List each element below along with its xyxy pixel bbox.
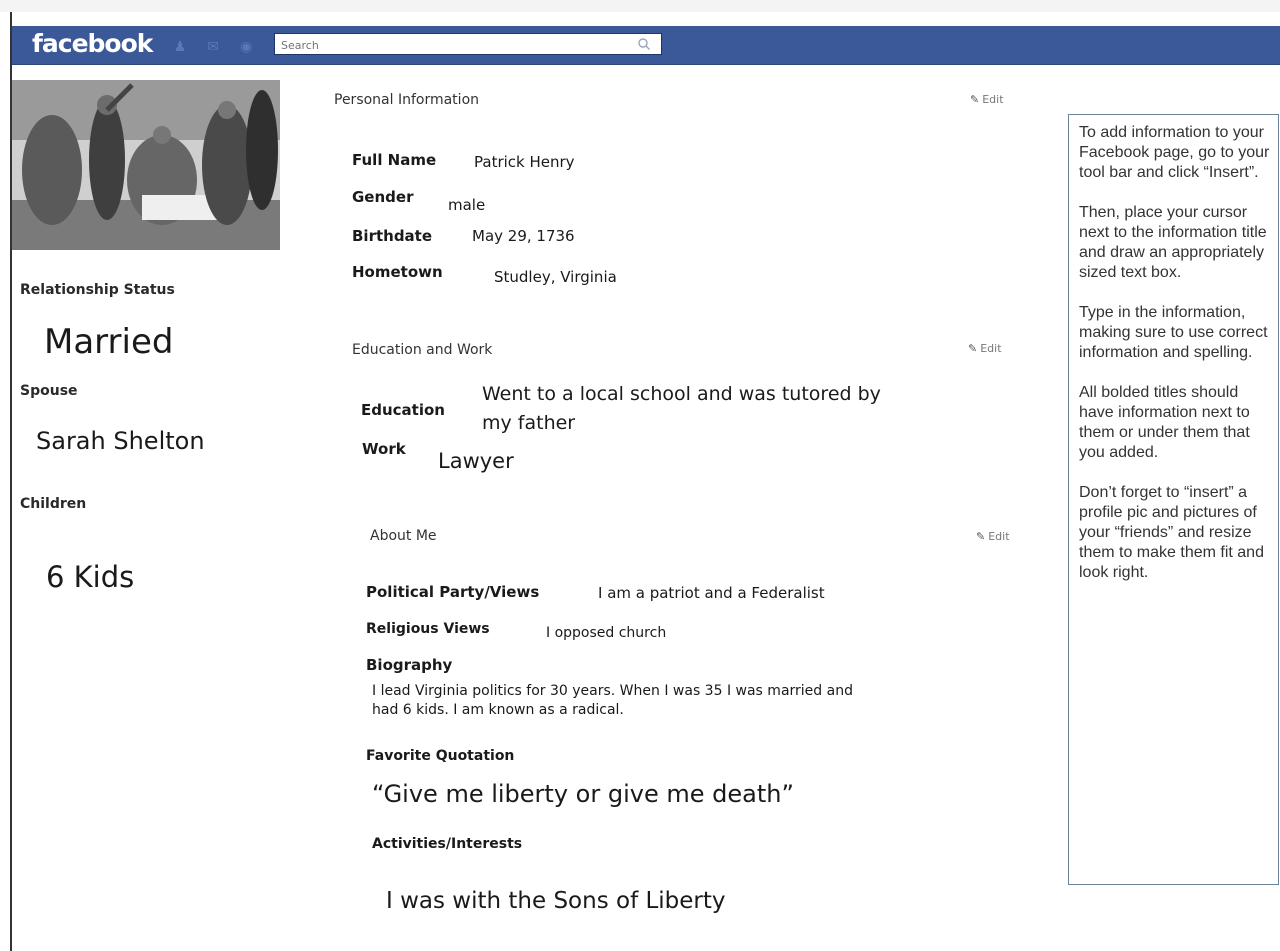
biography-value-line2: had 6 kids. I am known as a radical. (372, 702, 624, 718)
instruction-paragraph: Type in the information, making sure to … (1079, 304, 1268, 361)
search-box (274, 33, 662, 56)
instructions-box: To add information to your Facebook page… (1068, 114, 1279, 885)
gender-label: Gender (352, 188, 414, 206)
nav-profile-link[interactable]: Profile (1007, 11, 1051, 25)
edit-label: Edit (980, 342, 1002, 355)
search-input[interactable] (279, 35, 623, 56)
instruction-paragraph: Don’t forget to “insert” a profile pic a… (1079, 484, 1264, 581)
spouse-value: Sarah Shelton (36, 427, 205, 455)
instruction-paragraph: Then, place your cursor next to the info… (1079, 204, 1267, 281)
relationship-status-label: Relationship Status (20, 282, 175, 298)
profile-engraving-image (12, 80, 280, 250)
edit-label: Edit (982, 93, 1004, 106)
spouse-label: Spouse (20, 383, 78, 399)
relationship-status-value: Married (44, 322, 174, 362)
instruction-paragraph: All bolded titles should have informatio… (1079, 384, 1250, 461)
full-name-value: Patrick Henry (474, 153, 575, 171)
instruction-paragraph: To add information to your Facebook page… (1079, 124, 1270, 181)
search-icon[interactable] (637, 36, 651, 55)
nav-home-link[interactable]: Home (940, 11, 979, 25)
political-views-value: I am a patriot and a Federalist (598, 584, 825, 602)
about-edit-link[interactable]: ✎ Edit (976, 530, 1010, 543)
biography-label: Biography (366, 656, 453, 674)
notifications-icon[interactable]: ◉ (238, 39, 254, 55)
education-value-line1: Went to a local school and was tutored b… (482, 383, 881, 405)
pencil-icon: ✎ (976, 530, 986, 543)
page: facebook ♟ ✉ ◉ Home Profile Find Friends… (0, 0, 1280, 951)
favorite-quotation-label: Favorite Quotation (366, 748, 515, 764)
hometown-value: Studley, Virginia (494, 268, 617, 286)
personal-edit-link[interactable]: ✎ Edit (970, 93, 1004, 106)
political-views-label: Political Party/Views (366, 583, 540, 601)
nav-find-friends-link[interactable]: Find Friends (1078, 11, 1162, 25)
activities-interests-value: I was with the Sons of Liberty (386, 888, 726, 914)
children-label: Children (20, 496, 87, 512)
education-label: Education (361, 401, 445, 419)
education-value-line2: my father (482, 412, 576, 434)
facebook-logo[interactable]: facebook (32, 29, 153, 58)
children-value: 6 Kids (46, 560, 135, 594)
religious-views-value: I opposed church (546, 625, 667, 641)
pencil-icon: ✎ (968, 342, 978, 355)
birthdate-value: May 29, 1736 (472, 227, 575, 245)
biography-value-line1: I lead Virginia politics for 30 years. W… (372, 683, 853, 699)
edit-label: Edit (988, 530, 1010, 543)
gender-value: male (448, 196, 486, 214)
top-bar: facebook ♟ ✉ ◉ (12, 26, 1280, 65)
about-me-heading: About Me (370, 528, 437, 544)
messages-icon[interactable]: ✉ (205, 39, 221, 55)
friend-requests-icon[interactable]: ♟ (172, 39, 188, 55)
pencil-icon: ✎ (970, 93, 980, 106)
education-work-heading: Education and Work (352, 342, 493, 358)
personal-information-heading: Personal Information (334, 92, 480, 108)
profile-picture[interactable] (12, 80, 280, 250)
notification-jewels: ♟ ✉ ◉ (172, 36, 266, 55)
education-edit-link[interactable]: ✎ Edit (968, 342, 1002, 355)
work-value: Lawyer (438, 449, 514, 473)
nav-account-menu[interactable]: Account ▾ (1186, 11, 1251, 25)
full-name-label: Full Name (352, 151, 437, 169)
religious-views-label: Religious Views (366, 621, 490, 637)
activities-interests-label: Activities/Interests (372, 836, 523, 852)
hometown-label: Hometown (352, 263, 443, 281)
birthdate-label: Birthdate (352, 227, 433, 245)
favorite-quotation-value: “Give me liberty or give me death” (372, 780, 794, 808)
work-label: Work (362, 440, 406, 458)
